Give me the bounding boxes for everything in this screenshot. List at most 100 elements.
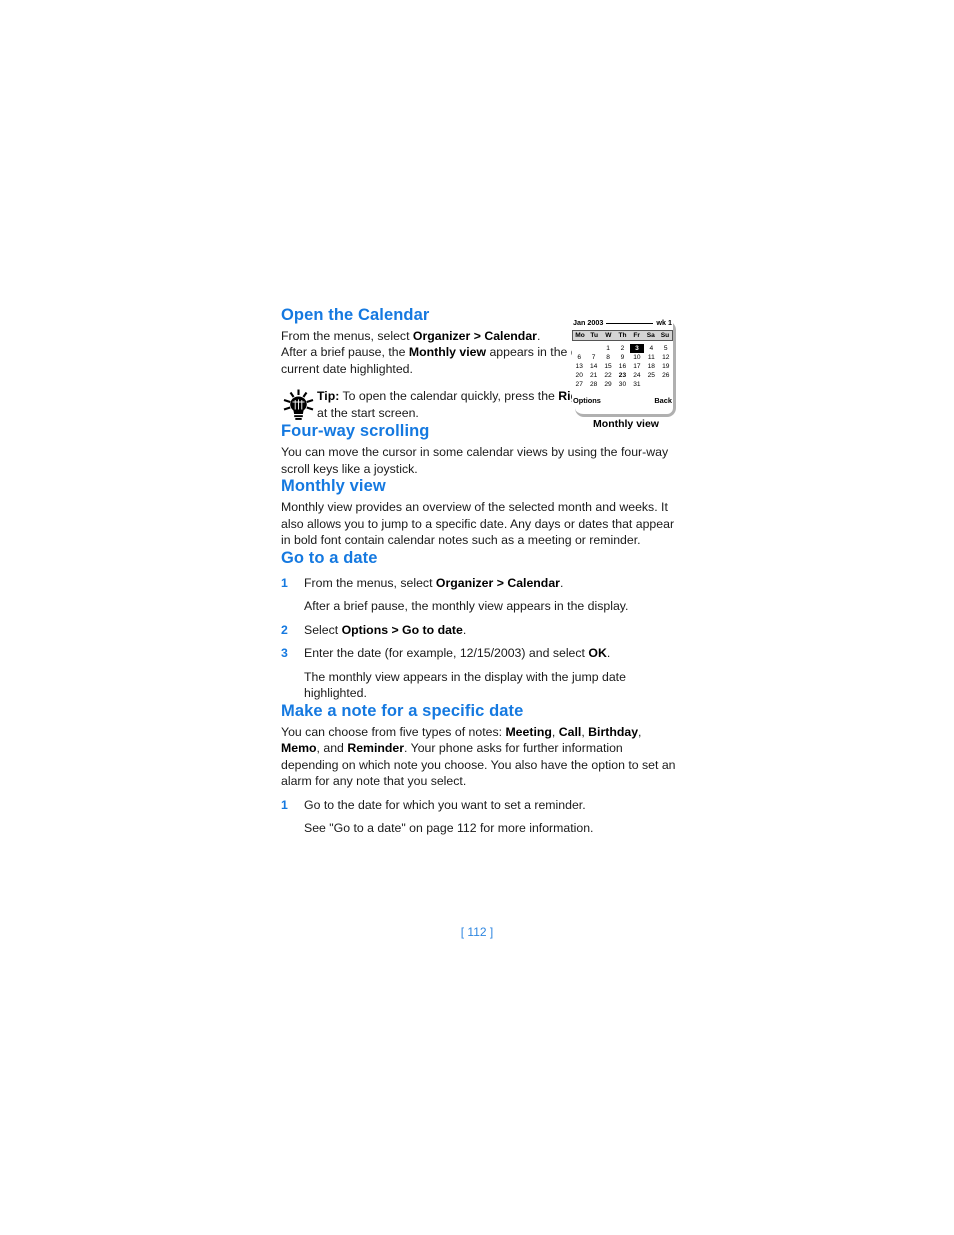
- calendar-day-cell[interactable]: 19: [659, 362, 673, 371]
- calendar-day-cell[interactable]: 12: [659, 353, 673, 362]
- text-fragment: and: [323, 741, 348, 756]
- calendar-day-cell[interactable]: 15: [601, 362, 615, 371]
- softkey-back[interactable]: Back: [654, 396, 672, 405]
- calendar-empty-cell: [644, 380, 658, 389]
- calendar-grid: 1 2 3 4 5 6 7 8 9 10 11 12 13 14 15 16 17 18 19 20 21 22 23 24 2…: [572, 344, 673, 389]
- list-item-text: Select Options > Go to date.: [304, 622, 681, 639]
- calendar-day-cell[interactable]: 20: [572, 371, 586, 380]
- dow-sa: Sa: [646, 332, 655, 339]
- text-fragment: ,: [551, 724, 559, 739]
- calendar-day-cell-with-note[interactable]: 23: [615, 371, 629, 380]
- heading-go-to-a-date: Go to a date: [281, 548, 378, 567]
- lightbulb-icon: [281, 388, 317, 422]
- dow-su: Su: [660, 332, 670, 339]
- calendar-day-cell[interactable]: 9: [615, 353, 629, 362]
- heading-monthly-view: Monthly view: [281, 477, 386, 496]
- calendar-week-row: 6 7 8 9 10 11 12: [572, 353, 673, 362]
- bold-note-type-birthday: Birthday: [588, 724, 639, 739]
- bold-note-type-meeting: Meeting: [505, 724, 552, 739]
- list-item: 2 Select Options > Go to date.: [281, 622, 681, 639]
- calendar-week-row: 27 28 29 30 31: [572, 380, 673, 389]
- calendar-day-cell[interactable]: 30: [615, 380, 629, 389]
- bold-monthly-view: Monthly view: [408, 345, 487, 360]
- calendar-day-cell[interactable]: 14: [586, 362, 600, 371]
- calendar-day-cell[interactable]: 4: [644, 344, 658, 353]
- calendar-day-cell[interactable]: 26: [659, 371, 673, 380]
- bold-ok: OK: [588, 646, 607, 661]
- calendar-day-cell[interactable]: 27: [572, 380, 586, 389]
- calendar-day-cell[interactable]: 5: [659, 344, 673, 353]
- calendar-day-cell[interactable]: 1: [601, 344, 615, 353]
- calendar-day-cell[interactable]: 25: [644, 371, 658, 380]
- soft-key-bar: Options Back: [572, 396, 673, 407]
- bold-note-type-memo: Memo: [281, 741, 317, 756]
- dow-mo: Mo: [575, 332, 585, 339]
- text-fragment: From the menus, select: [304, 575, 436, 590]
- calendar-screenshot-figure: Jan 2003 wk 1 Mo Tu W Th Fr Sa Su 123456…: [572, 317, 682, 430]
- dow-fr: Fr: [633, 332, 640, 339]
- calendar-day-cell[interactable]: 24: [630, 371, 644, 380]
- list-item-subtext: See "Go to a date" on page 112 for more …: [304, 821, 594, 836]
- bold-organizer-calendar: Organizer > Calendar: [412, 328, 537, 343]
- softkey-options[interactable]: Options: [573, 396, 601, 405]
- dow-we: W: [605, 332, 612, 339]
- text-fragment: Enter the date (for example, 12/15/2003)…: [304, 646, 589, 661]
- list-item: 1 From the menus, select Organizer > Cal…: [281, 575, 681, 592]
- heading-make-a-note: Make a note for a specific date: [281, 701, 524, 720]
- calendar-empty-cell: [659, 380, 673, 389]
- tip-label: Tip:: [317, 389, 340, 404]
- dow-tu: Tu: [590, 332, 598, 339]
- paragraph-make-a-note-intro: You can choose from five types of notes:…: [281, 724, 681, 790]
- title-rule: [606, 323, 654, 324]
- text-fragment: .: [536, 328, 541, 343]
- list-marker: 1: [281, 797, 288, 812]
- text-fragment: .: [606, 646, 611, 661]
- calendar-day-cell[interactable]: 29: [601, 380, 615, 389]
- text-fragment: Select: [304, 622, 342, 637]
- text-fragment: .: [462, 622, 467, 637]
- bold-options-go-to-date: Options > Go to date: [341, 622, 463, 637]
- calendar-day-cell[interactable]: 10: [630, 353, 644, 362]
- list-marker: 1: [281, 575, 288, 590]
- text-fragment: After a brief pause, the: [281, 345, 409, 360]
- text-fragment: You can choose from five types of notes:: [281, 724, 506, 739]
- phone-screen-frame: Jan 2003 wk 1 Mo Tu W Th Fr Sa Su 123456…: [572, 317, 676, 417]
- calendar-day-cell[interactable]: 16: [615, 362, 629, 371]
- calendar-week-row: 20 21 22 23 24 25 26: [572, 371, 673, 380]
- calendar-day-cell[interactable]: 6: [572, 353, 586, 362]
- calendar-day-cell[interactable]: 22: [601, 371, 615, 380]
- phone-screen: Jan 2003 wk 1 Mo Tu W Th Fr Sa Su 123456…: [572, 317, 673, 407]
- calendar-title-bar: Jan 2003 wk 1: [572, 317, 673, 328]
- text-fragment: .: [559, 575, 564, 590]
- calendar-day-cell[interactable]: 31: [630, 380, 644, 389]
- list-item-subtext: After a brief pause, the monthly view ap…: [304, 599, 629, 614]
- calendar-day-cell[interactable]: 18: [644, 362, 658, 371]
- bold-note-type-call: Call: [558, 724, 582, 739]
- calendar-week-row: 12345: [572, 344, 673, 353]
- calendar-day-cell[interactable]: 21: [586, 371, 600, 380]
- text-fragment: To open the calendar quickly, press the: [339, 389, 559, 404]
- list-item: 1 Go to the date for which you want to s…: [281, 797, 681, 814]
- calendar-day-cell[interactable]: 28: [586, 380, 600, 389]
- calendar-day-cell-selected[interactable]: 3: [629, 344, 645, 353]
- list-item-text: Go to the date for which you want to set…: [304, 797, 586, 812]
- text-fragment: From the menus, select: [281, 328, 413, 343]
- list-marker: 2: [281, 622, 288, 637]
- paragraph-four-way-scrolling: You can move the cursor in some calendar…: [281, 445, 669, 476]
- calendar-day-cell[interactable]: 11: [644, 353, 658, 362]
- list-item-text: Enter the date (for example, 12/15/2003)…: [304, 645, 681, 662]
- calendar-week-row: 13 14 15 16 17 18 19: [572, 362, 673, 371]
- calendar-day-cell[interactable]: 13: [572, 362, 586, 371]
- calendar-day-cell[interactable]: 8: [601, 353, 615, 362]
- dow-th: Th: [618, 332, 627, 339]
- calendar-empty-cell: [572, 344, 586, 353]
- calendar-day-cell[interactable]: 2: [615, 344, 629, 353]
- document-page: Open the Calendar From the menus, select…: [0, 0, 954, 1235]
- bold-note-type-reminder: Reminder: [347, 741, 405, 756]
- figure-caption: Monthly view: [593, 418, 659, 430]
- bold-organizer-calendar: Organizer > Calendar: [435, 575, 560, 590]
- calendar-day-cell[interactable]: 7: [586, 353, 600, 362]
- calendar-month-label: Jan 2003: [573, 318, 604, 327]
- list-item-text: From the menus, select Organizer > Calen…: [304, 575, 681, 592]
- calendar-day-cell[interactable]: 17: [630, 362, 644, 371]
